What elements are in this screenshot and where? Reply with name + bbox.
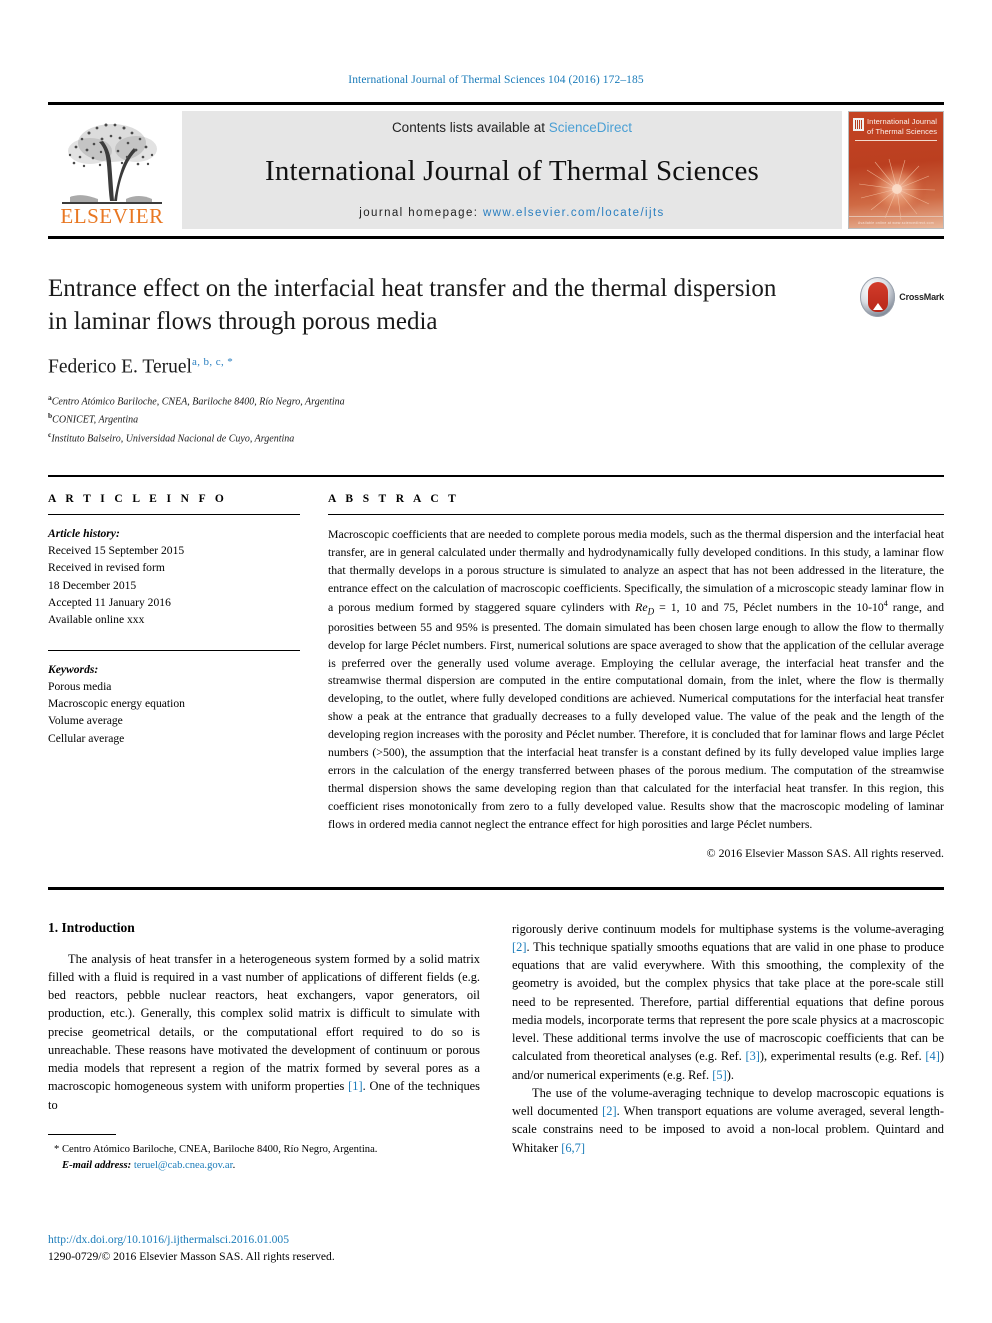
affiliation-text: CONICET, Argentina [52,414,139,426]
abstract-heading: A B S T R A C T [328,493,460,506]
abstract-part-2: = 1, 10 and 75, Péclet numbers in the 10… [654,599,884,614]
abstract-copyright: © 2016 Elsevier Masson SAS. All rights r… [706,845,944,860]
homepage-url-link[interactable]: www.elsevier.com/locate/ijts [483,207,665,219]
body-column-right: rigorously derive continuum models for m… [512,920,944,1174]
banner-center: Contents lists available at ScienceDirec… [182,111,842,229]
running-head: International Journal of Thermal Science… [348,74,644,86]
elsevier-wordmark: ELSEVIER [60,204,164,228]
affiliation-item: cInstituto Balseiro, Universidad Naciona… [48,429,944,448]
article-info-heading: A R T I C L E I N F O [48,493,228,506]
sciencedirect-link[interactable]: ScienceDirect [549,120,632,135]
citation-ref-3[interactable]: [3] [745,1049,759,1063]
page-title: Entrance effect on the interfacial heat … [48,275,777,335]
keyword-item: Cellular average [48,731,125,745]
article-body: 1. Introduction The analysis of heat tra… [48,920,944,1174]
intro-right-text-2: . This technique spatially smooths equat… [512,939,944,1064]
banner-bottom-rule [48,236,944,239]
intro-paragraph-right-1: rigorously derive continuum models for m… [512,920,944,1084]
section-heading-introduction: 1. Introduction [48,919,135,935]
contents-prefix: Contents lists available at [391,120,549,135]
author-affiliation-marks[interactable]: a, b, c, * [192,356,233,368]
body-top-rule [48,886,944,890]
footnote-marker: * [54,1143,60,1155]
body-column-left: 1. Introduction The analysis of heat tra… [48,920,480,1174]
homepage-prefix: journal homepage: [359,207,483,219]
keyword-item: Macroscopic energy equation [48,697,185,711]
keyword-item: Porous media [48,680,112,694]
cover-publisher-mark-icon [853,118,864,131]
citation-ref-4[interactable]: [4] [925,1049,939,1063]
contents-list-line: Contents lists available at ScienceDirec… [392,120,632,135]
issn-copyright-line: 1290-0729/© 2016 Elsevier Masson SAS. Al… [48,1249,335,1263]
affiliation-list: aCentro Atómico Bariloche, CNEA, Bariloc… [48,392,944,448]
history-item: Received in revised form [48,561,165,575]
crossmark-badge[interactable]: CrossMark [860,275,944,319]
history-item: Available online xxx [48,612,145,626]
keyword-item: Volume average [48,714,123,728]
affiliation-text: Instituto Balseiro, Universidad Nacional… [51,432,295,444]
journal-homepage-line: journal homepage: www.elsevier.com/locat… [359,207,664,219]
abstract-rule [328,514,944,516]
intro-paragraph-right-2: The use of the volume-averaging techniqu… [512,1084,944,1157]
article-info-column: A R T I C L E I N F O Article history: R… [48,493,300,861]
doi-link[interactable]: http://dx.doi.org/10.1016/j.ijthermalsci… [48,1232,335,1249]
footnote-email-label: E-mail address: [62,1159,132,1171]
reynolds-symbol: Re [635,599,648,614]
elsevier-logo: ELSEVIER [48,111,176,229]
corresponding-author-footnote: * Centro Atómico Bariloche, CNEA, Barilo… [48,1142,480,1174]
journal-title: International Journal of Thermal Science… [264,154,760,187]
page-footer: http://dx.doi.org/10.1016/j.ijthermalsci… [48,1232,335,1266]
cover-title: International Journal of Thermal Science… [867,117,938,136]
keywords-rule [48,649,300,651]
citation-ref-5[interactable]: [5] [712,1068,726,1082]
journal-banner: ELSEVIER Contents lists available at Sci… [48,102,944,229]
footnote-divider [48,1133,116,1135]
author-line: Federico E. Teruela, b, c, * [48,356,944,379]
history-item: Accepted 11 January 2016 [48,595,171,609]
affiliation-text: Centro Atómico Bariloche, CNEA, Bariloch… [51,395,345,407]
abstract-text: Macroscopic coefficients that are needed… [328,526,944,834]
crossmark-icon [860,277,896,317]
intro-right-text-5: ). [726,1067,734,1082]
intro-paragraph-left: The analysis of heat transfer in a heter… [48,950,480,1114]
cover-footer-text: Available online at www.sciencedirect.co… [858,220,934,225]
affiliation-item: bCONICET, Argentina [48,410,944,429]
article-history-label: Article history: [48,527,120,541]
citation-ref-2[interactable]: [2] [512,940,526,954]
intro-right-text-1: rigorously derive continuum models for m… [512,921,944,936]
cover-divider [855,139,937,141]
history-item: 18 December 2015 [48,578,137,592]
footnote-address: Centro Atómico Bariloche, CNEA, Bariloch… [61,1143,378,1155]
cover-footer: Available online at www.sciencedirect.co… [849,216,943,228]
citation-ref-2b[interactable]: [2] [602,1104,616,1118]
article-history-block: Article history: Received 15 September 2… [48,525,300,628]
author-name: Federico E. Teruel [48,356,192,378]
article-info-rule [48,514,300,516]
journal-cover-image: International Journal of Thermal Science… [848,111,944,229]
title-block: Entrance effect on the interfacial heat … [48,273,944,447]
affiliation-item: aCentro Atómico Bariloche, CNEA, Bariloc… [48,392,944,411]
footnote-email-period: . [232,1159,236,1171]
abstract-column: A B S T R A C T Macroscopic coefficients… [328,493,944,861]
abstract-top-rule [48,475,944,478]
info-and-abstract: A R T I C L E I N F O Article history: R… [48,493,944,861]
keywords-label: Keywords: [48,662,99,676]
intro-left-text-1: The analysis of heat transfer in a heter… [48,951,480,1094]
history-item: Received 15 September 2015 [48,544,185,558]
abstract-part-3: range, and porosities between 55 and 95%… [328,599,944,831]
elsevier-tree-icon [56,117,168,205]
intro-right-text-3: ), experimental results (e.g. Ref. [759,1049,926,1064]
citation-ref-6-7[interactable]: [6,7] [561,1141,585,1155]
footnote-email-link[interactable]: teruel@cab.cnea.gov.ar [134,1160,233,1171]
cover-artwork [849,156,943,221]
journal-article-page: International Journal of Thermal Science… [0,0,992,1323]
citation-ref-1[interactable]: [1] [348,1079,362,1093]
keywords-block: Keywords: Porous media Macroscopic energ… [48,661,300,747]
crossmark-label: CrossMark [899,292,944,302]
